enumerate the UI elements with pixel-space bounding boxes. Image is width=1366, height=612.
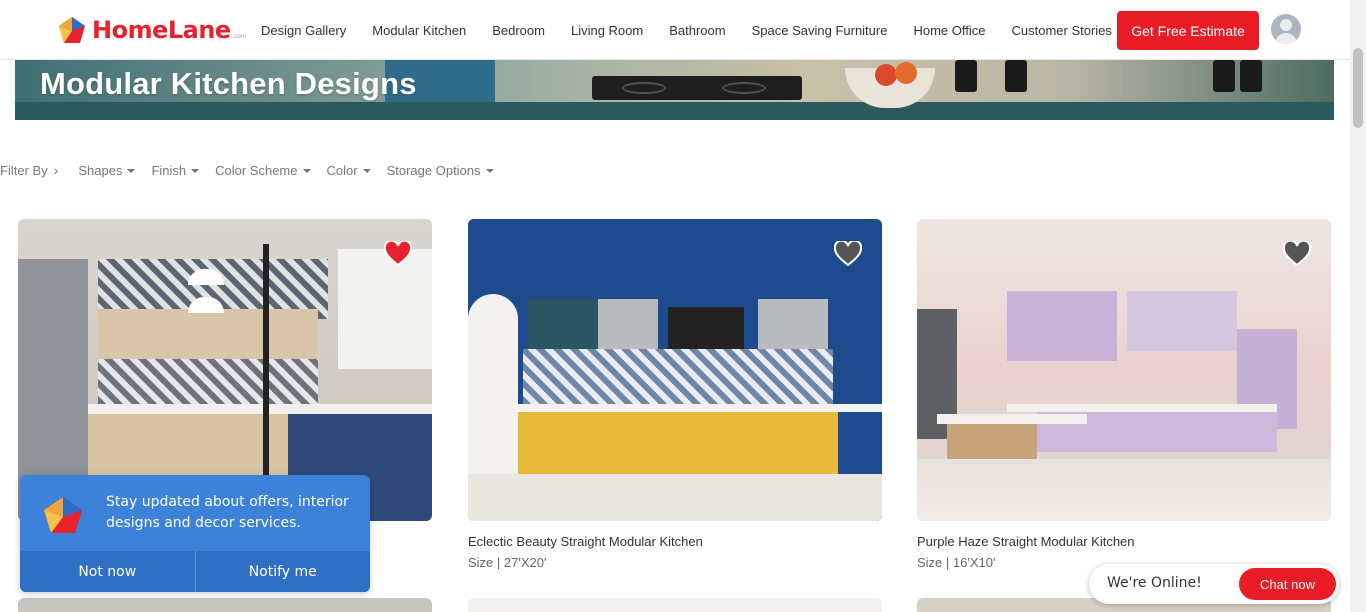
caret-down-icon [485,169,494,173]
hero-jar [1213,60,1235,92]
hero-banner: Modular Kitchen Designs [15,60,1334,120]
nav-bedroom[interactable]: Bedroom [492,23,545,38]
yellow-cabinets [518,412,838,474]
avatar-body [1275,33,1297,44]
homelane-logo[interactable]: HomeLane .com [58,15,246,45]
card-title[interactable]: Eclectic Beauty Straight Modular Kitchen [468,534,882,549]
lilac-upper-cabinets [1127,291,1237,351]
tile-backsplash [98,359,318,404]
chat-widget[interactable]: We're Online! Chat now [1089,564,1339,604]
page: HomeLane .com Design Gallery Modular Kit… [0,0,1366,612]
kitchen-image[interactable] [917,219,1331,521]
hero-counter [15,102,1334,120]
design-card-next-row[interactable] [468,598,882,612]
notify-me-button[interactable]: Notify me [194,551,371,592]
filter-shapes-label: Shapes [78,162,123,178]
nav-modular-kitchen[interactable]: Modular Kitchen [372,23,466,38]
notification-message: Stay updated about offers, interior desi… [106,494,349,531]
nav-customer-stories[interactable]: Customer Stories [1011,23,1111,38]
filter-color-dropdown[interactable]: Color [327,163,371,178]
marble-floor [917,459,1331,521]
design-card[interactable]: Purple Haze Straight Modular Kitchen Siz… [917,219,1331,570]
island-top [937,414,1087,424]
nav-home-office[interactable]: Home Office [913,23,985,38]
white-cabinets [338,249,432,369]
caret-down-icon [362,169,371,173]
countertop [513,404,882,412]
caret-down-icon [302,169,311,173]
filter-color-label: Color [326,162,358,178]
page-scrollbar[interactable] [1350,0,1366,612]
floor [468,474,882,521]
nav-living-room[interactable]: Living Room [571,23,643,38]
hero-jar [955,60,977,92]
chat-now-button[interactable]: Chat now [1239,568,1336,600]
card-title[interactable]: Purple Haze Straight Modular Kitchen [917,534,1331,549]
site-header: HomeLane .com Design Gallery Modular Kit… [0,0,1350,60]
nav-design-gallery[interactable]: Design Gallery [261,23,346,38]
filter-shapes-dropdown[interactable]: Shapes [78,162,136,178]
user-avatar-icon[interactable] [1271,14,1301,44]
chimney-hood [668,307,744,353]
filter-color-scheme-label: Color Scheme [215,162,298,178]
homelane-logo-icon [59,17,85,43]
caret-down-icon [191,169,200,173]
scrollbar-thumb[interactable] [1353,48,1363,128]
filter-finish-dropdown[interactable]: Finish [151,162,200,178]
main-nav: Design Gallery Modular Kitchen Bedroom L… [261,0,1138,60]
favorite-heart-icon[interactable] [384,241,412,267]
design-card-next-row[interactable] [18,598,432,612]
filter-by-text: Filter By [0,162,48,178]
caret-down-icon [127,169,136,173]
notification-actions: Not now Notify me [20,551,370,592]
nav-space-saving-furniture[interactable]: Space Saving Furniture [752,23,888,38]
hero-stove-image [592,76,802,100]
hero-fruit [895,62,917,84]
upper-cabinet [528,299,598,349]
filter-bar: Filter By › Shapes Finish Color Scheme C… [0,160,510,180]
filter-by-label[interactable]: Filter By › [0,162,58,178]
favorite-heart-icon[interactable] [834,241,862,267]
glass-cabinet [598,299,658,349]
kitchen-image[interactable] [468,219,882,521]
card-size: Size | 27'X20' [468,555,547,570]
homelane-logo-icon [44,497,82,533]
chevron-right-icon: › [53,162,59,178]
tile-backsplash [523,349,833,404]
glass-cabinet [758,299,828,354]
nav-bathroom[interactable]: Bathroom [669,23,725,38]
upper-cabinets [98,309,318,359]
logo-subtext: .com [232,34,246,40]
lilac-upper-cabinets [1007,291,1117,361]
hero-jar [1240,60,1262,92]
filter-storage-options-label: Storage Options [386,162,481,178]
get-free-estimate-button[interactable]: Get Free Estimate [1117,11,1259,50]
logo-text: HomeLane [92,16,231,44]
countertop [1007,404,1277,412]
notification-prompt: Stay updated about offers, interior desi… [20,475,370,592]
chat-status: We're Online! [1107,575,1202,591]
avatar-head [1280,19,1292,31]
filter-color-scheme-dropdown[interactable]: Color Scheme [215,162,311,178]
design-card[interactable]: Eclectic Beauty Straight Modular Kitchen… [468,219,882,570]
countertop [88,404,432,414]
page-title: Modular Kitchen Designs [40,66,417,101]
favorite-heart-icon[interactable] [1283,241,1311,267]
hero-fruit [875,64,897,86]
hero-jar [1005,60,1027,92]
filter-finish-label: Finish [151,162,187,178]
not-now-button[interactable]: Not now [20,551,195,592]
filter-storage-options-dropdown[interactable]: Storage Options [387,163,494,178]
